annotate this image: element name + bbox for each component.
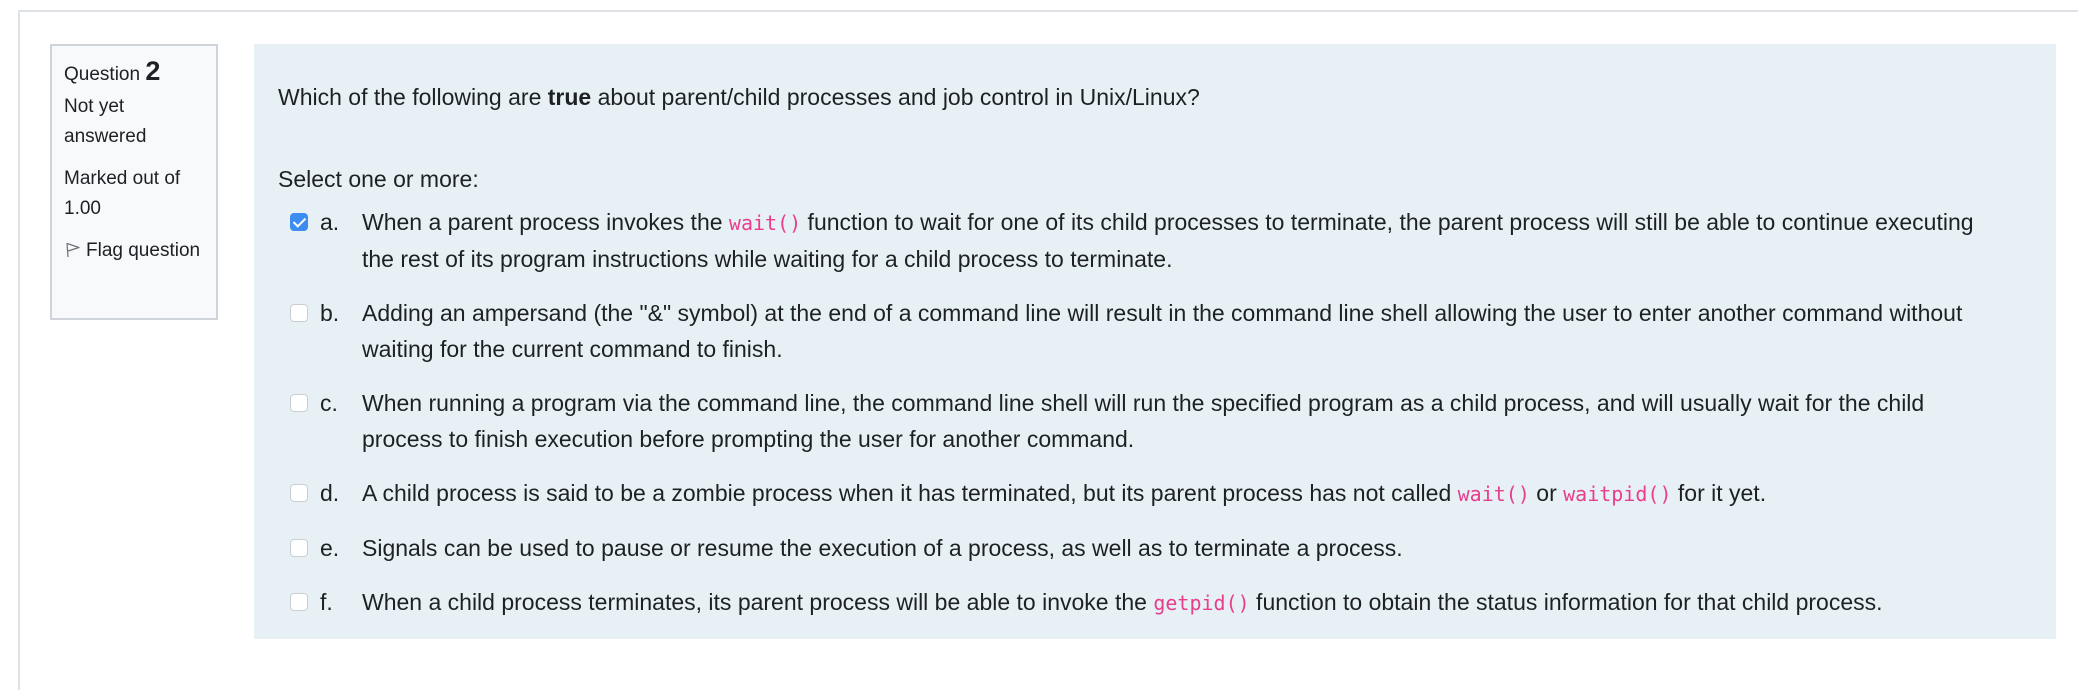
- answer-text-part: When a parent process invokes the: [362, 209, 729, 235]
- answer-option-f[interactable]: f. When a child process terminates, its p…: [278, 584, 2032, 621]
- answer-option-d[interactable]: d. A child process is said to be a zombie…: [278, 475, 2032, 512]
- answer-option-a[interactable]: a. When a parent process invokes the wait…: [278, 204, 2032, 277]
- flag-question-label[interactable]: Flag question: [86, 240, 200, 261]
- code-snippet: wait(): [1457, 482, 1530, 506]
- flag-outline-icon: [66, 242, 80, 258]
- answer-letter: c.: [320, 390, 338, 416]
- question-label: Question: [64, 64, 141, 85]
- answer-text-part: When running a program via the command l…: [362, 390, 1925, 452]
- answer-text-part: for it yet.: [1671, 480, 1767, 506]
- code-snippet: wait(): [728, 211, 802, 235]
- answer-option-e[interactable]: e. Signals can be used to pause or resume…: [278, 530, 2032, 566]
- answer-text-part: or: [1529, 480, 1564, 506]
- question-text-bold: true: [547, 84, 592, 110]
- flag-question-link[interactable]: Flag question: [64, 236, 204, 266]
- checkbox[interactable]: [290, 484, 308, 502]
- answer-letter: e.: [320, 535, 340, 561]
- answer-letter: a.: [320, 209, 340, 235]
- question-text-part: Which of the following are: [278, 84, 548, 110]
- answer-text[interactable]: Adding an ampersand (the "&" symbol) at …: [362, 295, 2032, 367]
- answer-text-part: function to obtain the status informatio…: [1249, 589, 1883, 615]
- answer-text-part: Signals can be used to pause or resume t…: [362, 535, 1403, 561]
- checkbox-checked[interactable]: [290, 213, 308, 231]
- answer-text[interactable]: When running a program via the command l…: [362, 385, 2032, 457]
- question-number: Question 2: [64, 56, 204, 90]
- checkbox[interactable]: [290, 394, 308, 412]
- question-state: Not yet answered: [64, 96, 147, 147]
- answer-option-c[interactable]: c. When running a program via the command…: [278, 385, 2032, 457]
- question-grade: Marked out of 1.00: [64, 168, 181, 219]
- answer-text-part: A child process is said to be a zombie p…: [362, 480, 1458, 506]
- checkbox[interactable]: [290, 593, 308, 611]
- code-snippet: waitpid(): [1563, 482, 1672, 506]
- checkbox[interactable]: [290, 539, 308, 557]
- question-number-value: 2: [145, 56, 161, 86]
- answer-text[interactable]: Signals can be used to pause or resume t…: [362, 530, 2032, 566]
- question-text-part: about parent/child processes and job con…: [591, 84, 1200, 110]
- answer-letter: b.: [320, 300, 340, 326]
- answer-text[interactable]: When a child process terminates, its par…: [362, 584, 2032, 621]
- code-snippet: getpid(): [1153, 591, 1250, 615]
- question-text: Which of the following are true about pa…: [278, 80, 2032, 114]
- answer-text-part: When a child process terminates, its par…: [362, 589, 1154, 615]
- answer-text-part: Adding an ampersand (the "&" symbol) at …: [362, 300, 1963, 362]
- checkbox[interactable]: [290, 304, 308, 322]
- question-content: Which of the following are true about pa…: [254, 44, 2056, 639]
- question-info-panel: Question 2 Not yet answered Marked out o…: [50, 44, 218, 320]
- answer-option-b[interactable]: b. Adding an ampersand (the "&" symbol) a…: [278, 295, 2032, 367]
- answer-letter: d.: [320, 480, 340, 506]
- answer-prompt: Select one or more:: [278, 166, 479, 192]
- answer-text[interactable]: A child process is said to be a zombie p…: [362, 475, 2032, 512]
- answer-text[interactable]: When a parent process invokes the wait()…: [362, 204, 2032, 277]
- answer-list: a. When a parent process invokes the wait…: [278, 204, 2032, 621]
- answer-letter: f.: [320, 589, 333, 615]
